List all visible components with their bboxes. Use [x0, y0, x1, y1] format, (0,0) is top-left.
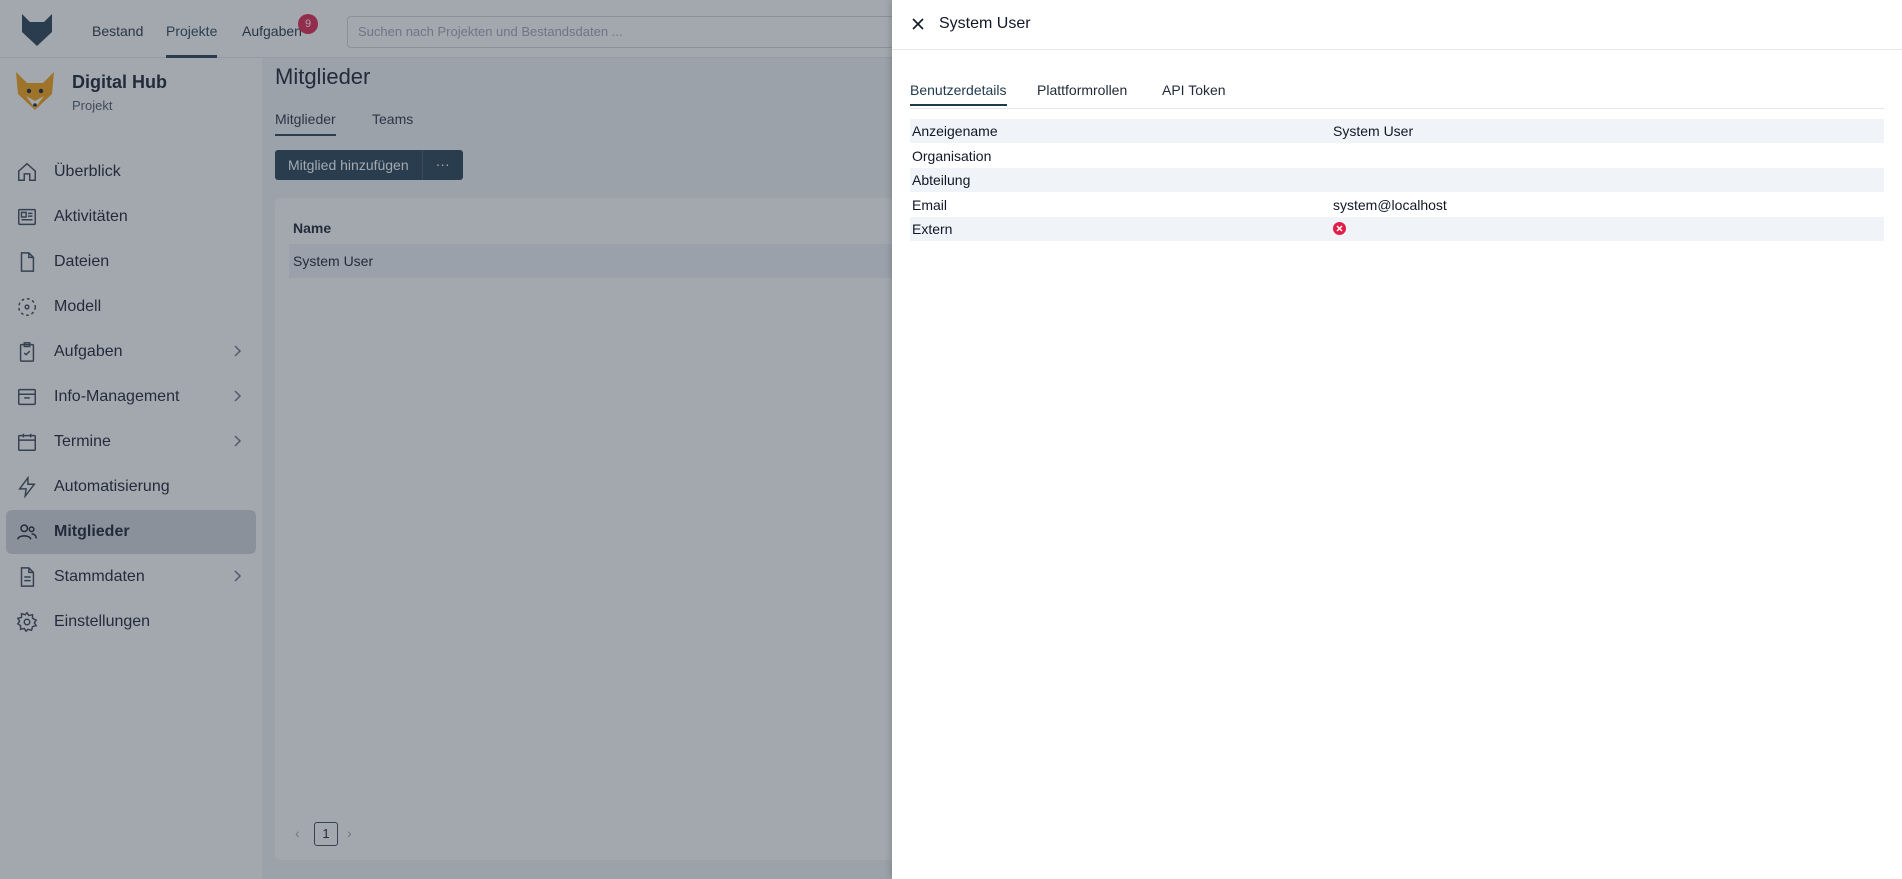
detail-row-abteilung: Abteilung: [910, 168, 1884, 192]
x-circle-icon: [1333, 222, 1346, 235]
detail-key: Organisation: [912, 148, 992, 164]
detail-value: System User: [1333, 123, 1414, 139]
tab-plattformrollen[interactable]: Plattformrollen: [1037, 82, 1127, 98]
detail-key: Email: [912, 197, 948, 213]
detail-key: Extern: [912, 221, 953, 237]
close-icon[interactable]: [910, 16, 926, 32]
tabs-divider: [910, 108, 1884, 109]
detail-key: Abteilung: [912, 172, 971, 188]
tab-api-token[interactable]: API Token: [1162, 82, 1226, 98]
drawer-backdrop[interactable]: [0, 0, 892, 879]
detail-row-email: Email system@localhost: [910, 193, 1884, 217]
drawer-header: System User: [892, 0, 1902, 50]
tab-benutzerdetails[interactable]: Benutzerdetails: [910, 82, 1007, 106]
user-details-drawer: System User Benutzerdetails Plattformrol…: [892, 0, 1902, 879]
detail-row-extern: Extern: [910, 217, 1884, 241]
detail-row-anzeigename: Anzeigename System User: [910, 119, 1884, 143]
detail-row-organisation: Organisation: [910, 144, 1884, 168]
detail-key: Anzeigename: [912, 123, 998, 139]
drawer-title: System User: [939, 15, 1031, 32]
detail-value: system@localhost: [1333, 197, 1447, 213]
